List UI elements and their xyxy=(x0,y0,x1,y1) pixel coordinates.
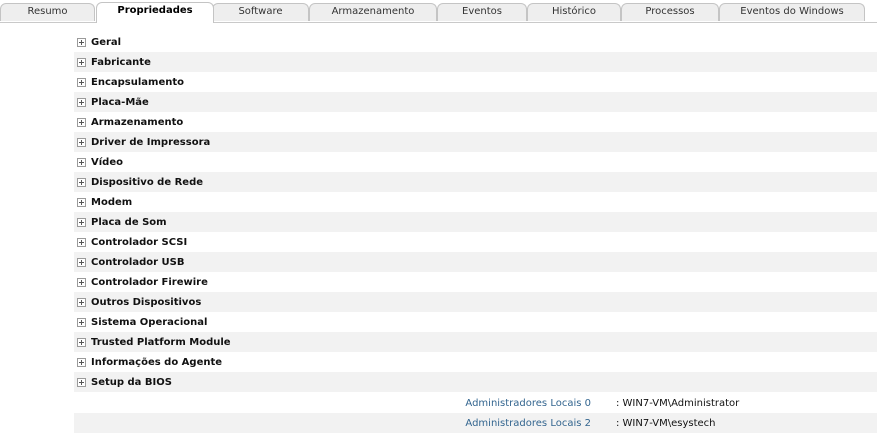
property-key: Administradores Locais 2 xyxy=(465,417,591,429)
tree-item-dispositivo-de-rede[interactable]: Dispositivo de Rede xyxy=(74,172,877,192)
tab-armazenamento[interactable]: Armazenamento xyxy=(309,3,437,21)
plus-box-icon[interactable] xyxy=(77,217,86,227)
tree-item-outros-dispositivos[interactable]: Outros Dispositivos xyxy=(74,292,877,312)
tree-item-geral[interactable]: Geral xyxy=(74,32,877,52)
plus-box-icon[interactable] xyxy=(77,137,86,147)
plus-box-icon[interactable] xyxy=(77,117,86,127)
plus-box-icon[interactable] xyxy=(77,357,86,367)
properties-tree: Geral Fabricante Encapsulamento Placa-Mã… xyxy=(74,32,877,392)
tree-item-label: Setup da BIOS xyxy=(91,376,172,388)
tree-item-label: Driver de Impressora xyxy=(91,136,211,148)
plus-box-icon[interactable] xyxy=(77,37,86,47)
tree-item-label: Informações do Agente xyxy=(91,356,223,368)
tree-item-label: Outros Dispositivos xyxy=(91,296,202,308)
plus-box-icon[interactable] xyxy=(77,177,86,187)
property-key: Administradores Locais 0 xyxy=(465,397,591,409)
tab-bar: Resumo Propriedades Software Armazenamen… xyxy=(0,0,877,23)
tree-item-driver-de-impressora[interactable]: Driver de Impressora xyxy=(74,132,877,152)
tab-processos[interactable]: Processos xyxy=(621,3,719,21)
tree-item-placa-mae[interactable]: Placa-Mãe xyxy=(74,92,877,112)
plus-box-icon[interactable] xyxy=(77,277,86,287)
tree-item-label: Geral xyxy=(91,36,122,48)
tree-item-label: Vídeo xyxy=(91,156,123,168)
tree-item-sistema-operacional[interactable]: Sistema Operacional xyxy=(74,312,877,332)
plus-box-icon[interactable] xyxy=(77,377,86,387)
property-value: : WIN7-VM\esystech xyxy=(616,417,716,429)
tree-item-label: Controlador Firewire xyxy=(91,276,208,288)
tab-historico[interactable]: Histórico xyxy=(527,3,621,21)
tree-item-label: Placa de Som xyxy=(91,216,167,228)
tab-eventos-do-windows[interactable]: Eventos do Windows xyxy=(719,3,865,21)
property-list: Administradores Locais 0 : WIN7-VM\Admin… xyxy=(74,393,877,433)
tree-item-label: Placa-Mãe xyxy=(91,96,149,108)
property-row: Administradores Locais 0 : WIN7-VM\Admin… xyxy=(74,393,877,413)
tree-item-label: Sistema Operacional xyxy=(91,316,208,328)
plus-box-icon[interactable] xyxy=(77,57,86,67)
tree-item-label: Encapsulamento xyxy=(91,76,185,88)
plus-box-icon[interactable] xyxy=(77,237,86,247)
tree-item-placa-de-som[interactable]: Placa de Som xyxy=(74,212,877,232)
tree-item-modem[interactable]: Modem xyxy=(74,192,877,212)
tree-item-label: Dispositivo de Rede xyxy=(91,176,204,188)
tree-item-label: Trusted Platform Module xyxy=(91,336,231,348)
tree-item-setup-da-bios[interactable]: Setup da BIOS xyxy=(74,372,877,392)
property-value: : WIN7-VM\Administrator xyxy=(616,397,740,409)
tab-eventos[interactable]: Eventos xyxy=(437,3,527,21)
tab-resumo[interactable]: Resumo xyxy=(0,3,95,21)
tab-propriedades[interactable]: Propriedades xyxy=(96,2,214,23)
tree-item-armazenamento[interactable]: Armazenamento xyxy=(74,112,877,132)
tree-item-label: Controlador SCSI xyxy=(91,236,188,248)
property-row: Administradores Locais 2 : WIN7-VM\esyst… xyxy=(74,413,877,433)
tree-item-video[interactable]: Vídeo xyxy=(74,152,877,172)
tree-item-label: Modem xyxy=(91,196,133,208)
tree-item-encapsulamento[interactable]: Encapsulamento xyxy=(74,72,877,92)
tree-item-label: Armazenamento xyxy=(91,116,184,128)
tree-item-label: Fabricante xyxy=(91,56,151,68)
plus-box-icon[interactable] xyxy=(77,157,86,167)
plus-box-icon[interactable] xyxy=(77,297,86,307)
tree-item-controlador-firewire[interactable]: Controlador Firewire xyxy=(74,272,877,292)
plus-box-icon[interactable] xyxy=(77,257,86,267)
plus-box-icon[interactable] xyxy=(77,197,86,207)
tree-item-controlador-usb[interactable]: Controlador USB xyxy=(74,252,877,272)
tree-item-fabricante[interactable]: Fabricante xyxy=(74,52,877,72)
plus-box-icon[interactable] xyxy=(77,97,86,107)
tab-software[interactable]: Software xyxy=(212,3,309,21)
plus-box-icon[interactable] xyxy=(77,317,86,327)
plus-box-icon[interactable] xyxy=(77,337,86,347)
tree-item-label: Controlador USB xyxy=(91,256,185,268)
tree-item-controlador-scsi[interactable]: Controlador SCSI xyxy=(74,232,877,252)
tree-item-informacoes-do-agente[interactable]: Informações do Agente xyxy=(74,352,877,372)
tree-item-trusted-platform-module[interactable]: Trusted Platform Module xyxy=(74,332,877,352)
plus-box-icon[interactable] xyxy=(77,77,86,87)
